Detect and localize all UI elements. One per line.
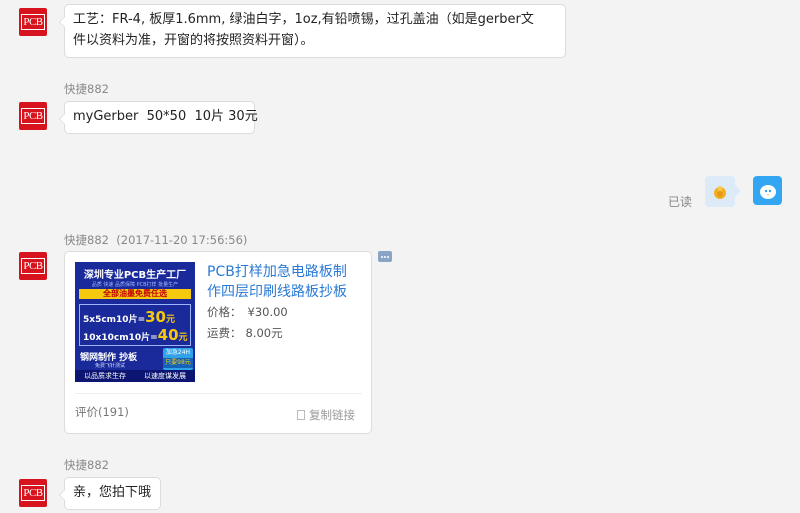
- message-bubble: 亲，您拍下哦: [59, 477, 161, 510]
- avatar[interactable]: PCB: [19, 8, 47, 36]
- product-reviews[interactable]: 评价(191): [75, 404, 129, 420]
- thumbs-up-emoji-icon: [714, 185, 726, 199]
- read-receipt: 已读: [668, 195, 693, 209]
- emoji-message: [705, 176, 741, 207]
- message-text: 亲，您拍下哦: [73, 485, 152, 500]
- avatar[interactable]: PCB: [19, 252, 47, 280]
- sender-name: 快捷882 (2017-11-20 17:56:56): [64, 233, 248, 247]
- product-shipping: 运费： 8.00元: [207, 326, 283, 340]
- price-box: 5x5cm10片=30元 10x10cm10片=40元: [79, 304, 191, 346]
- copy-link-button[interactable]: 复制链接: [297, 407, 355, 423]
- product-title-link[interactable]: PCB打样加急电路板制 作四层印刷线路板抄板: [207, 262, 357, 302]
- product-image[interactable]: 深圳专业PCB生产工厂 品质 快速 品质保障 PCB打样 批量生产 全部油墨免费…: [75, 262, 195, 382]
- message-timestamp: (2017-11-20 17:56:56): [116, 233, 248, 247]
- self-avatar[interactable]: [753, 176, 782, 205]
- more-options-icon[interactable]: [378, 251, 392, 262]
- message-bubble: 工艺：FR-4, 板厚1.6mm, 绿油白字，1oz,有铅喷锡，过孔盖油（如是g…: [59, 4, 566, 58]
- avatar[interactable]: PCB: [19, 102, 47, 130]
- urgent-badge: 加急24H 只要98元: [163, 348, 193, 370]
- avatar[interactable]: PCB: [19, 479, 47, 507]
- copy-icon: [297, 410, 305, 420]
- message-text: 件以资料为准，开窗的将按照资料开窗）。: [73, 33, 314, 48]
- sender-name: 快捷882: [64, 82, 109, 96]
- message-text: myGerber 50*50 10片 30元: [73, 109, 258, 124]
- sender-name: 快捷882: [64, 458, 109, 472]
- product-price: 价格： ¥30.00: [207, 305, 288, 319]
- product-card[interactable]: 深圳专业PCB生产工厂 品质 快速 品质保障 PCB打样 批量生产 全部油墨免费…: [64, 251, 372, 434]
- card-divider: [75, 393, 362, 394]
- bird-avatar-icon: [759, 184, 776, 199]
- message-bubble: myGerber 50*50 10片 30元: [59, 101, 258, 134]
- message-text: 工艺：FR-4, 板厚1.6mm, 绿油白字，1oz,有铅喷锡，过孔盖油（如是g…: [73, 12, 534, 27]
